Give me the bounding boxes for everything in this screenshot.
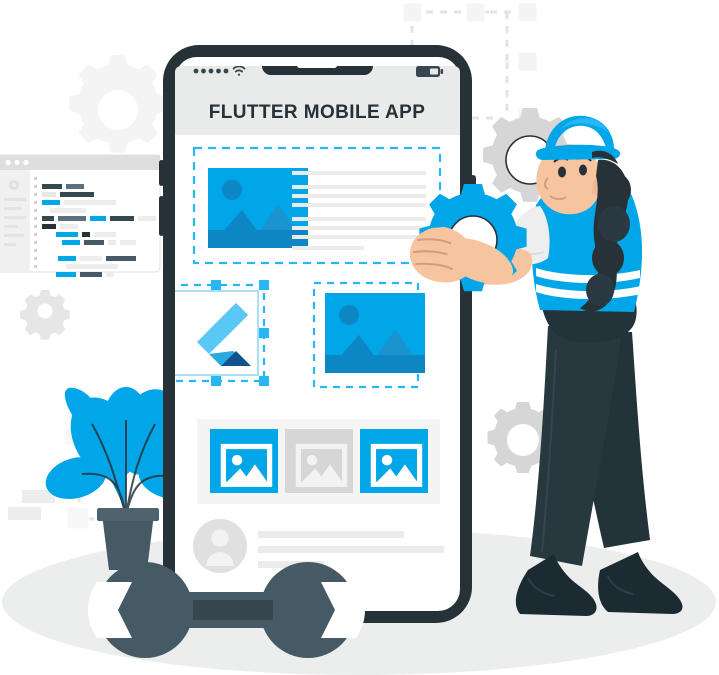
thumbnail-item-2[interactable]	[285, 429, 353, 493]
image-card[interactable]	[312, 281, 425, 389]
phone-mockup[interactable]: FLUTTER MOBILE APP	[159, 45, 476, 623]
plant-pot	[102, 514, 154, 570]
plant-guide-handle[interactable]	[66, 506, 90, 530]
decor-bars-left	[8, 490, 55, 520]
sidebar-gear-icon	[9, 180, 19, 190]
flutter-logo-card[interactable]	[163, 280, 269, 386]
battery-icon	[416, 66, 444, 77]
code-editor-window[interactable]	[0, 154, 161, 277]
eye-2	[579, 164, 587, 176]
gear-small-left	[20, 290, 70, 340]
phone-button-left-2	[159, 196, 164, 236]
wrench-grip	[193, 600, 273, 620]
window-control-dots[interactable]	[5, 159, 29, 166]
gear-white-topleft	[69, 55, 167, 153]
thumbnail-item-1[interactable]	[210, 429, 278, 493]
eye	[558, 166, 566, 178]
illustration-stage: FLUTTER MOBILE APP	[0, 0, 719, 675]
plant-pot-rim	[97, 508, 159, 521]
phone-button-left	[159, 160, 164, 186]
scene-svg: FLUTTER MOBILE APP	[0, 2, 716, 675]
thumbnail-item-3[interactable]	[360, 429, 428, 493]
app-title: FLUTTER MOBILE APP	[209, 102, 426, 123]
thumbnail-strip[interactable]	[197, 419, 440, 504]
decor-bar-2	[8, 507, 41, 520]
